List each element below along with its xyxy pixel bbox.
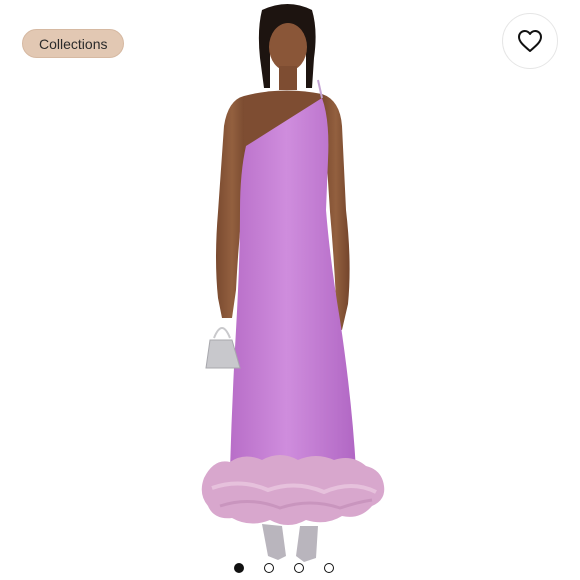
- gallery-dot-4[interactable]: [324, 563, 334, 573]
- feather-trim: [201, 455, 385, 525]
- gallery-dot-1[interactable]: [234, 563, 244, 573]
- face: [269, 23, 307, 71]
- collections-button[interactable]: Collections: [22, 29, 125, 58]
- gallery-dot-3[interactable]: [294, 563, 304, 573]
- product-photo: [201, 4, 385, 562]
- shoes: [262, 524, 318, 562]
- handbag: [205, 339, 241, 369]
- gallery-pagination: [234, 562, 334, 574]
- gallery-dot-2[interactable]: [264, 563, 274, 573]
- handbag-handle: [213, 327, 231, 339]
- like-button[interactable]: [502, 13, 558, 69]
- heart-icon: [518, 30, 542, 52]
- neck: [279, 66, 297, 90]
